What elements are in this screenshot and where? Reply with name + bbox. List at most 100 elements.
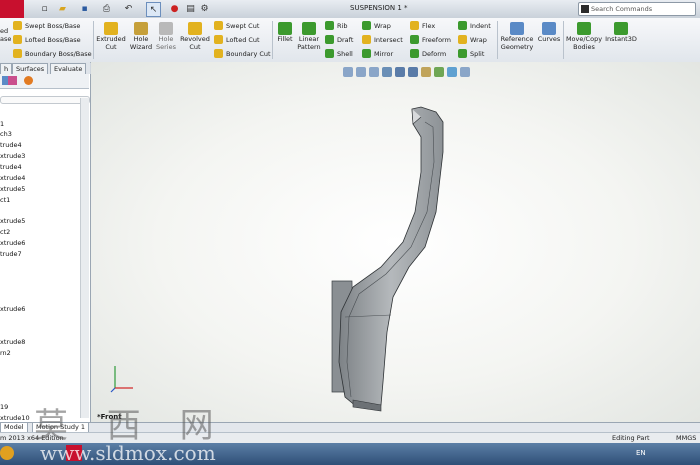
config-manager-icon[interactable] [8,76,17,85]
extruded-cut-icon [104,22,118,35]
command-manager-ribbon: ed ase Swept Boss/Base Lofted Boss/Base … [0,18,700,63]
wrap2-icon [458,35,467,44]
freeform-button[interactable]: Freeform [410,34,451,45]
tree-filter[interactable] [0,96,90,104]
zoom-area-icon[interactable] [356,67,366,77]
lofted-cut-button[interactable]: Lofted Cut [214,34,260,45]
tree-item[interactable]: trude4 [0,141,22,149]
options-icon[interactable]: ⚙ [198,2,211,15]
indent-button[interactable]: Indent [458,20,491,31]
tree-item[interactable]: xtrude6 [0,239,25,247]
language-indicator[interactable]: EN [636,449,646,457]
boundary-cut-icon [214,49,223,58]
revolved-cut-button[interactable]: Revolved Cut [179,22,211,51]
split-button[interactable]: Split [458,48,484,59]
rib-button[interactable]: Rib [325,20,347,31]
suspension-part-model[interactable] [91,62,700,422]
triad-axis-icon [110,366,133,393]
base-stub[interactable]: ed ase [0,27,11,43]
curves-button[interactable]: Curves [537,22,561,44]
instant3d-icon [614,22,628,35]
rebuild-icon[interactable]: ● [168,2,181,15]
lofted-boss-button[interactable]: Lofted Boss/Base [13,34,81,45]
open-folder-icon[interactable]: ▰ [56,2,69,15]
ribbon-separator [93,21,94,59]
extruded-cut-button[interactable]: Extruded Cut [96,22,126,51]
flex-button[interactable]: Flex [410,20,435,31]
tab-features[interactable]: h [0,63,13,74]
boundary-cut-button[interactable]: Boundary Cut [214,48,271,59]
print-icon[interactable]: ⎙ [100,2,113,15]
ribbon-separator [563,21,564,59]
new-file-icon[interactable]: ▫ [38,2,51,15]
document-title: SUSPENSION 1 * [350,4,408,12]
site-watermark-logo: 莫 西 网 [34,406,228,446]
chrome-icon[interactable] [0,446,14,460]
display-style-icon[interactable] [408,67,418,77]
tree-item[interactable]: xtrude5 [0,217,25,225]
fillet-icon [278,22,292,35]
save-icon[interactable]: ▪ [78,2,91,15]
deform-button[interactable]: Deform [410,48,446,59]
swept-cut-button[interactable]: Swept Cut [214,20,259,31]
hide-show-icon[interactable] [421,67,431,77]
section-view-icon[interactable] [382,67,392,77]
view-settings-icon[interactable] [460,67,470,77]
shell-button[interactable]: Shell [325,48,353,59]
tree-item[interactable]: trude7 [0,250,22,258]
file-properties-icon[interactable]: ▤ [184,2,197,15]
linear-pattern-button[interactable]: Linear Pattern [296,22,322,51]
tree-item[interactable]: xtrude4 [0,174,25,182]
tree-item[interactable]: ct2 [0,228,10,236]
search-input[interactable]: Search Commands [591,5,652,13]
swept-boss-button[interactable]: Swept Boss/Base [13,20,80,31]
mirror-button[interactable]: Mirror [362,48,393,59]
tree-scrollbar[interactable] [80,98,89,418]
view-orientation-icon[interactable] [395,67,405,77]
move-copy-icon [577,22,591,35]
graphics-area[interactable]: *Front [91,62,700,422]
intersect-icon [362,35,371,44]
undo-icon[interactable]: ↶ [122,2,135,15]
hole-wizard-button[interactable]: Hole Wizard [127,22,155,51]
reference-geometry-icon [510,22,524,35]
tree-item[interactable]: ct1 [0,196,10,204]
fillet-button[interactable]: Fillet [275,22,295,44]
tab-evaluate[interactable]: Evaluate [50,63,87,74]
boundary-boss-button[interactable]: Boundary Boss/Base [13,48,92,59]
tree-item[interactable]: xtrude8 [0,338,25,346]
draft-button[interactable]: Draft [325,34,353,45]
tree-item[interactable]: xtrude5 [0,185,25,193]
zoom-to-fit-icon[interactable] [343,67,353,77]
tree-item[interactable]: 19 [0,403,8,411]
edit-appearance-icon[interactable] [434,67,444,77]
select-icon[interactable]: ↖ [146,2,161,17]
tree-item[interactable]: xtrude10 [0,414,30,422]
search-box[interactable]: Search Commands [578,2,696,16]
tree-item[interactable]: 1 [0,120,4,128]
tree-item[interactable]: xtrude6 [0,305,25,313]
tree-item[interactable]: trude4 [0,163,22,171]
move-copy-bodies-button[interactable]: Move/Copy Bodies [565,22,603,51]
wrap-button[interactable]: Wrap [362,20,391,31]
wrap2-button[interactable]: Wrap [458,34,487,45]
reference-geometry-button[interactable]: Reference Geometry [500,22,534,51]
apply-scene-icon[interactable] [447,67,457,77]
tree-item[interactable]: xtrude3 [0,152,25,160]
revolved-cut-icon [188,22,202,35]
tab-surfaces[interactable]: Surfaces [12,63,49,74]
intersect-button[interactable]: Intersect [362,34,403,45]
boundary-boss-icon [13,49,22,58]
ribbon-separator [497,21,498,59]
rib-icon [325,21,334,30]
hole-series-icon [159,22,173,35]
instant3d-button[interactable]: Instant3D [604,22,638,44]
lofted-boss-icon [13,35,22,44]
hole-series-button[interactable]: Hole Series [153,22,179,51]
tree-item[interactable]: ch3 [0,130,12,138]
previous-view-icon[interactable] [369,67,379,77]
tree-item[interactable]: rn2 [0,349,11,357]
app-logo-icon[interactable] [0,0,24,18]
linear-pattern-icon [302,22,316,35]
appearance-icon[interactable] [24,76,33,85]
